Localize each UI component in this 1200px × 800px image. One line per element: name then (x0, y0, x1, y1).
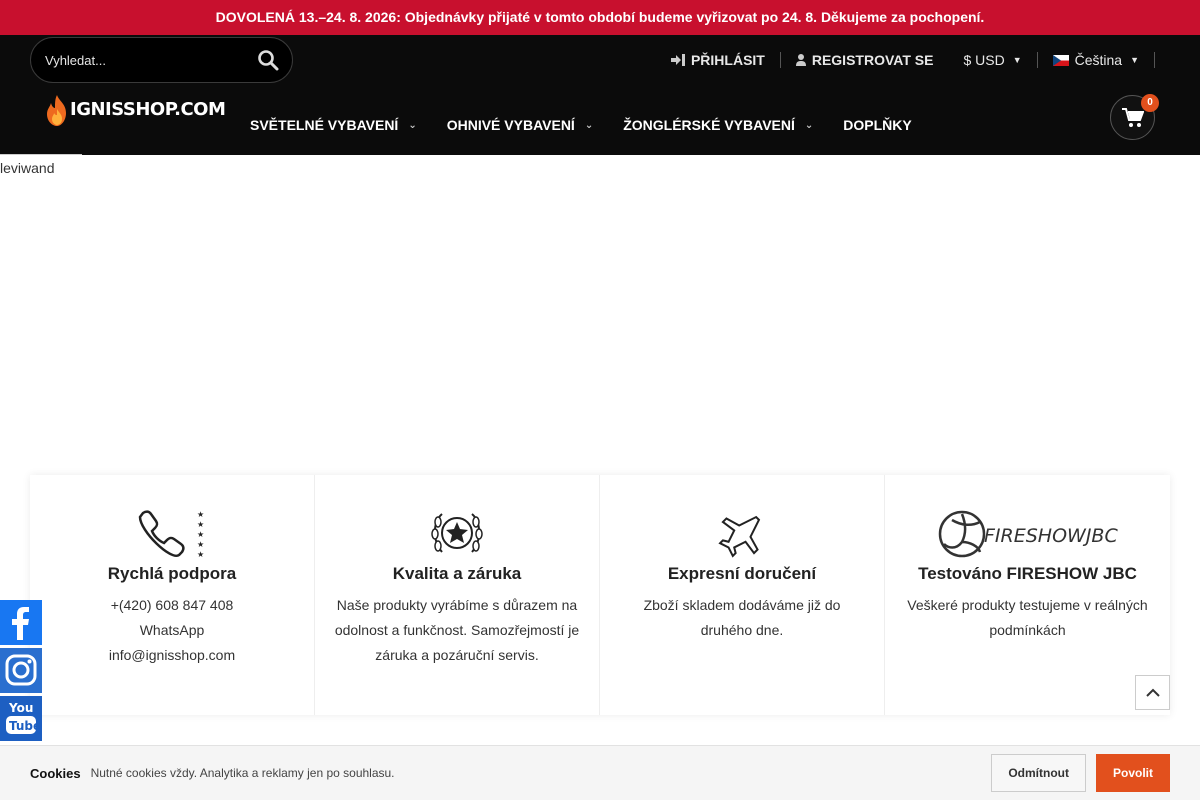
feature-description: Veškeré produkty testujeme v reálných po… (907, 597, 1148, 638)
feature-delivery: Expresní doručení Zboží skladem dodáváme… (600, 475, 885, 715)
nav-label: OHNIVÉ VYBAVENÍ (446, 117, 575, 133)
back-to-top-button[interactable] (1135, 675, 1170, 710)
svg-text:★: ★ (197, 510, 204, 519)
search-input[interactable] (45, 48, 245, 72)
feature-support: ★ ★ ★ ★ ★ Rychlá podpora +(420) 608 847 … (30, 475, 315, 715)
cookie-text: Nutné cookies vždy. Analytika a reklamy … (90, 766, 395, 780)
nav-label: SVĚTELNÉ VYBAVENÍ (250, 117, 399, 133)
accept-cookies-button[interactable]: Povolit (1095, 754, 1170, 792)
nav-item-light-equipment[interactable]: SVĚTELNÉ VYBAVENÍ ⌄ (250, 117, 417, 133)
search-icon[interactable] (256, 48, 280, 72)
svg-text:★: ★ (197, 520, 204, 529)
feature-quality: Kvalita a záruka Naše produkty vyrábíme … (315, 475, 600, 715)
facebook-button[interactable] (0, 600, 42, 645)
language-selector[interactable]: Čeština ▼ (1038, 50, 1154, 70)
phone-icon: ★ ★ ★ ★ ★ (138, 510, 204, 559)
language-label: Čeština (1074, 52, 1123, 68)
facebook-icon (12, 607, 29, 640)
cookie-bar: Cookies Nutné cookies vždy. Analytika a … (0, 745, 1200, 800)
reject-cookies-button[interactable]: Odmítnout (991, 754, 1086, 792)
instagram-button[interactable] (0, 648, 42, 693)
youtube-icon: You Tube (6, 701, 41, 734)
hero-image[interactable]: leviwand (0, 154, 82, 176)
svg-text:★: ★ (197, 540, 204, 549)
nav-item-accessories[interactable]: DOPLŇKY (843, 117, 911, 133)
site-logo[interactable]: IGNISSHOP.COM (44, 93, 226, 129)
nav-item-fire-equipment[interactable]: OHNIVÉ VYBAVENÍ ⌄ (447, 117, 594, 133)
broken-image-frame (0, 154, 82, 160)
feature-description: Zboží skladem dodáváme již do druhého dn… (643, 597, 841, 638)
feature-title: Rychlá podpora (107, 564, 237, 583)
chevron-down-icon: ▼ (1130, 55, 1139, 65)
whatsapp-label[interactable]: WhatsApp (140, 622, 205, 638)
svg-text:Tube: Tube (9, 719, 41, 733)
hero-image-alt: leviwand (0, 160, 55, 176)
login-link[interactable]: PŘIHLÁSIT (656, 50, 780, 70)
chevron-down-icon: ▼ (1012, 55, 1022, 65)
award-star-icon (431, 513, 483, 553)
svg-text:You: You (8, 701, 33, 715)
login-label: PŘIHLÁSIT (690, 52, 765, 68)
youtube-button[interactable]: You Tube (0, 696, 42, 741)
airplane-icon (718, 515, 761, 558)
site-header: PŘIHLÁSIT REGISTROVAT SE $ USD ▼ Čeština… (0, 35, 1200, 155)
svg-text:★: ★ (197, 530, 204, 539)
feature-description: Naše produkty vyrábíme s důrazem na odol… (334, 597, 580, 663)
cart-count-badge: 0 (1141, 94, 1159, 112)
logo-text: IGNISSHOP.COM (70, 99, 226, 120)
search-box (30, 37, 293, 83)
flame-icon (47, 95, 66, 126)
fireshow-logo-icon: FIRESHOWJBC.CZ (938, 510, 1118, 558)
czech-flag-icon (1052, 54, 1069, 66)
features-strip: ★ ★ ★ ★ ★ Rychlá podpora +(420) 608 847 … (30, 475, 1170, 715)
svg-text:★: ★ (197, 550, 204, 559)
main-navigation: SVĚTELNÉ VYBAVENÍ ⌄ OHNIVÉ VYBAVENÍ ⌄ ŽO… (250, 117, 912, 133)
nav-label: DOPLŇKY (843, 117, 912, 133)
feature-title: Expresní doručení (667, 564, 817, 583)
instagram-icon (5, 654, 37, 686)
divider (1154, 52, 1155, 68)
register-link[interactable]: REGISTROVAT SE (781, 50, 949, 70)
shopping-cart-icon (1122, 108, 1144, 127)
announcement-bar: DOVOLENÁ 13.–24. 8. 2026: Objednávky při… (0, 0, 1200, 35)
currency-label: $ USD (963, 52, 1005, 68)
nav-item-juggling-equipment[interactable]: ŽONGLÉRSKÉ VYBAVENÍ ⌄ (623, 117, 813, 133)
user-icon (795, 54, 806, 66)
top-navigation: PŘIHLÁSIT REGISTROVAT SE $ USD ▼ Čeština… (656, 49, 1155, 71)
nav-label: ŽONGLÉRSKÉ VYBAVENÍ (623, 117, 795, 133)
currency-selector[interactable]: $ USD ▼ (948, 50, 1036, 70)
fireshow-logo-text: FIRESHOWJBC.CZ (984, 525, 1118, 547)
chevron-up-icon (1145, 688, 1160, 697)
feature-tested: FIRESHOWJBC.CZ Testováno FIRESHOW JBC Ve… (885, 475, 1170, 715)
sign-in-icon (670, 54, 685, 66)
chevron-down-icon: ⌄ (408, 119, 417, 131)
chevron-down-icon: ⌄ (584, 119, 594, 131)
feature-title: Testováno FIRESHOW JBC (918, 564, 1137, 583)
chevron-down-icon: ⌄ (804, 119, 814, 131)
email-link[interactable]: info@ignisshop.com (109, 647, 235, 663)
register-label: REGISTROVAT SE (811, 52, 934, 68)
cookie-title: Cookies (30, 765, 81, 781)
feature-title: Kvalita a záruka (392, 564, 522, 583)
cart-button[interactable]: 0 (1110, 94, 1159, 140)
phone-number[interactable]: +(420) 608 847 408 (111, 597, 234, 613)
